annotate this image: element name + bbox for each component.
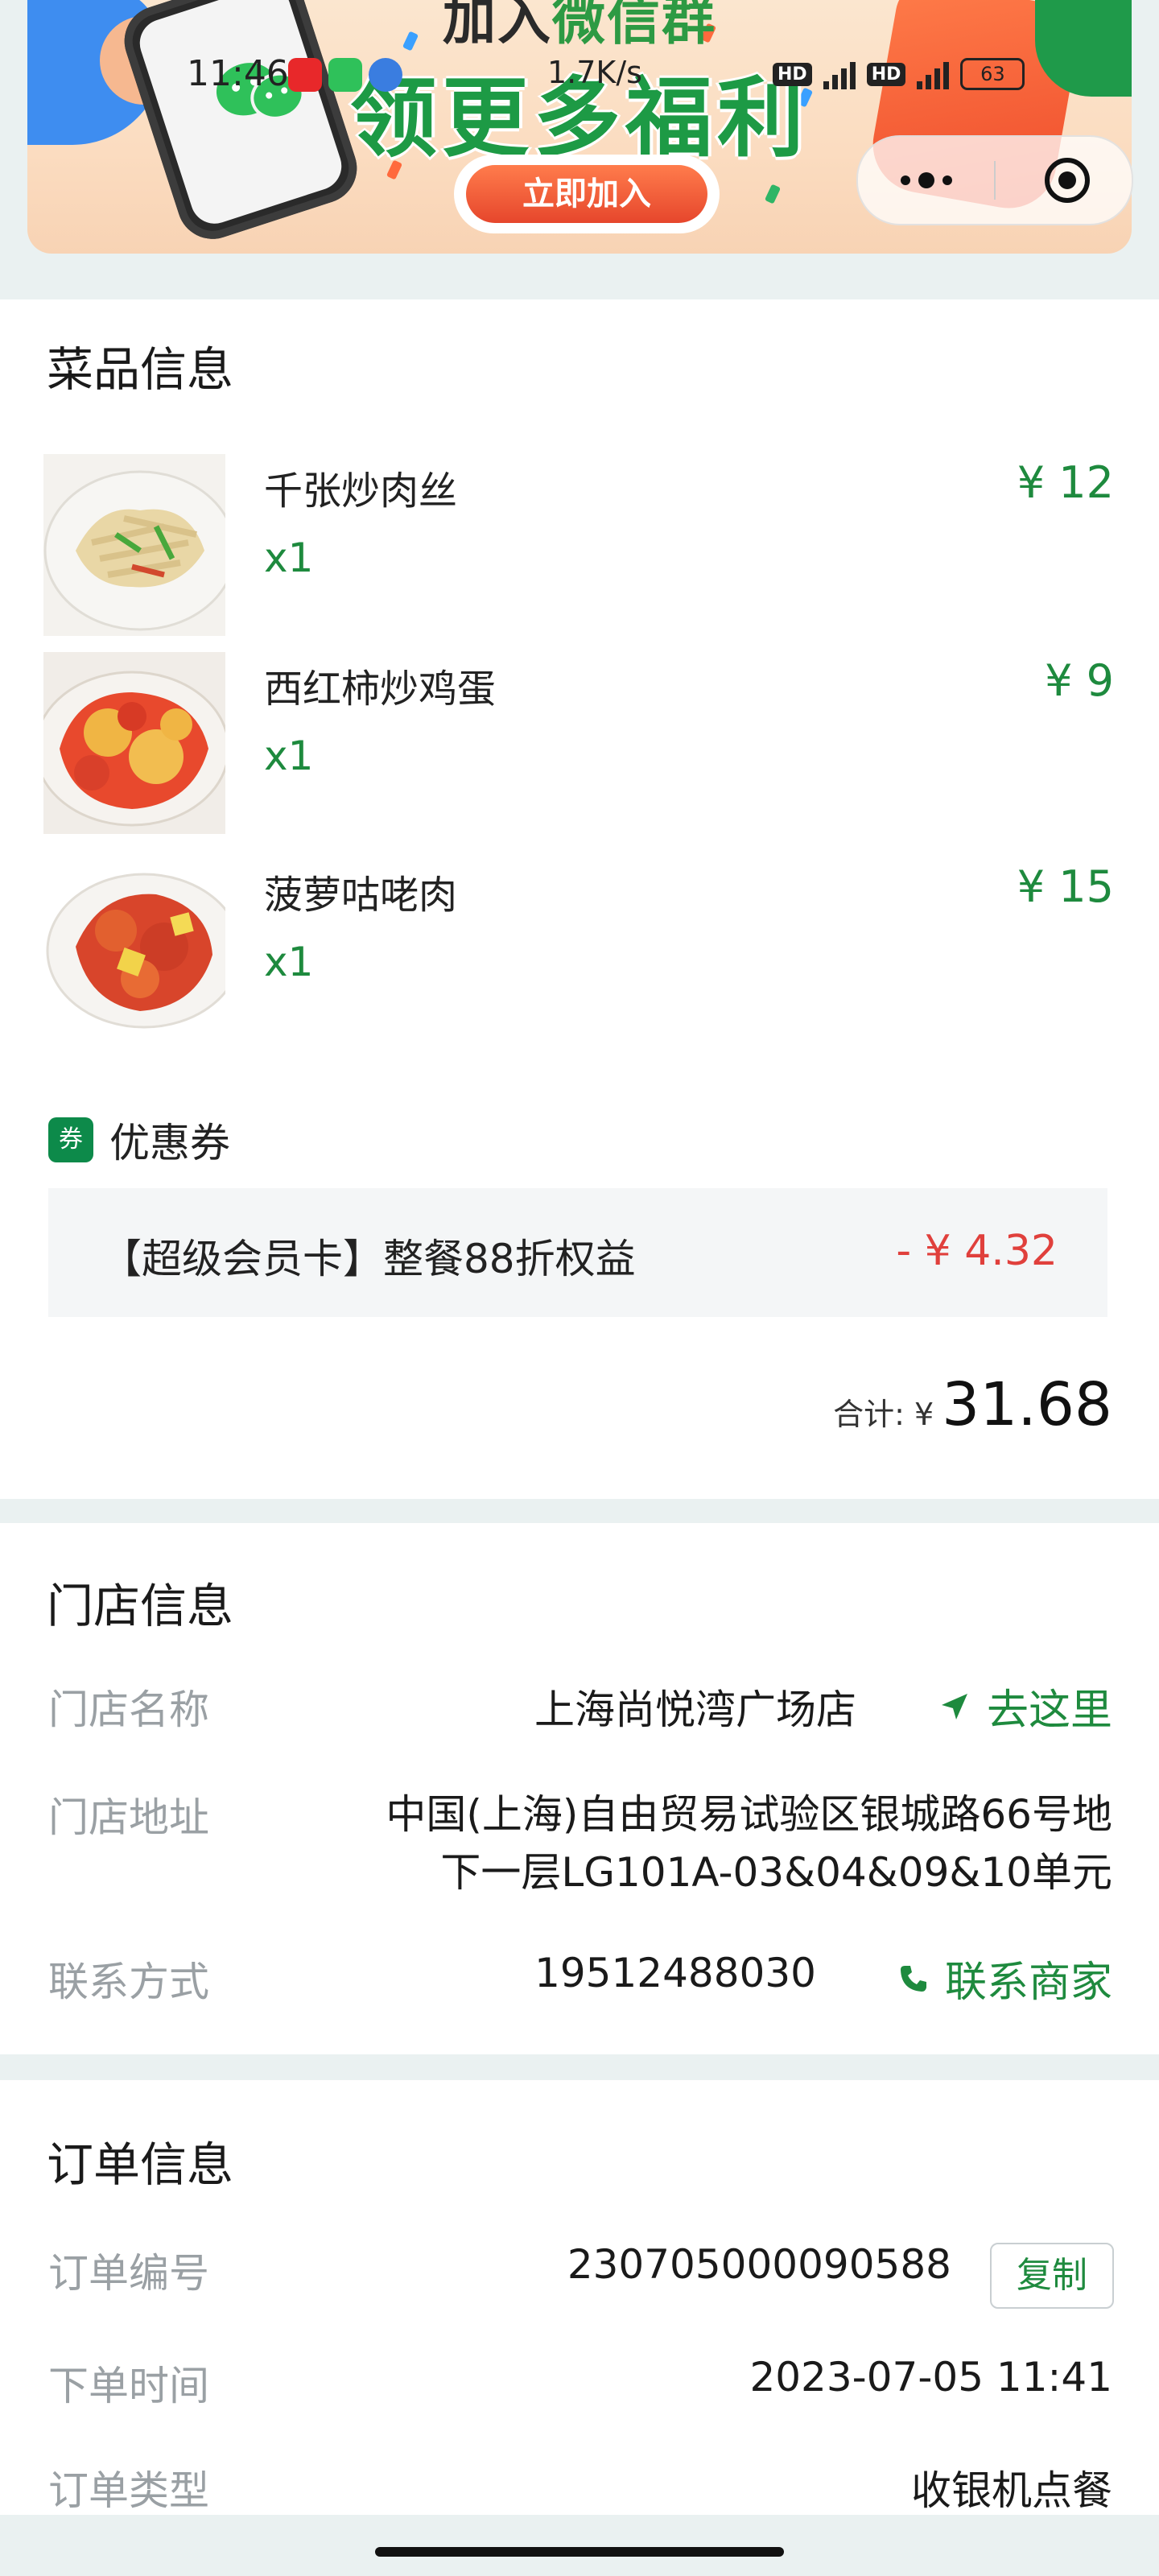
confetti <box>764 184 782 204</box>
dish-name: 菠萝咕咾肉 <box>264 873 458 918</box>
banner-title-line1: 加入微信群 <box>27 0 1132 55</box>
signal-icon <box>823 59 856 89</box>
more-dot <box>942 175 952 185</box>
status-bar: 11:46 1.7K/s HD HD 63 <box>0 50 1159 98</box>
call-merchant-label: 联系商家 <box>944 1959 1112 2007</box>
dish-name: 千张炒肉丝 <box>264 469 458 514</box>
dish-item[interactable]: 菠萝咕咾肉 x1 ¥ 15 <box>0 858 1159 1043</box>
order-type-label: 订单类型 <box>48 2467 209 2514</box>
banner-title-green: 微信群 <box>552 0 716 52</box>
join-now-label: 立即加入 <box>466 165 707 223</box>
app-notification-icon <box>369 58 402 92</box>
coupon-icon: 券 <box>48 1117 93 1162</box>
call-merchant-button[interactable]: 联系商家 <box>898 1948 1112 2008</box>
copy-order-number-button[interactable]: 复制 <box>990 2243 1114 2309</box>
store-info-card: 门店信息 门店名称 上海尚悦湾广场店 去这里 门店地址 中国(上海)自由贸易试验… <box>0 1523 1159 2054</box>
status-time: 11:46 <box>187 53 289 94</box>
signal-icon-2 <box>917 59 950 89</box>
total-label: 合计: ¥ <box>833 1397 934 1432</box>
dish-quantity: x1 <box>264 939 314 985</box>
dish-item[interactable]: 西红柿炒鸡蛋 x1 ¥ 9 <box>0 652 1159 837</box>
navigate-label: 去这里 <box>986 1686 1112 1735</box>
order-info-card: 订单信息 订单编号 230705000090588 复制 下单时间 2023-0… <box>0 2080 1159 2515</box>
dish-price: ¥ 12 <box>1017 457 1114 508</box>
banner-title-dark: 加入 <box>443 0 552 52</box>
coupon-label: 优惠券 <box>109 1120 230 1166</box>
total-value: 31.68 <box>942 1370 1112 1439</box>
more-dot <box>901 175 910 185</box>
dish-name: 西红柿炒鸡蛋 <box>264 667 497 712</box>
order-number-label: 订单编号 <box>48 2250 209 2297</box>
more-dot <box>918 172 934 188</box>
close-miniprogram-icon[interactable] <box>1043 156 1091 204</box>
dish-image <box>43 858 225 1040</box>
store-address-value: 中国(上海)自由贸易试验区银城路66号地 下一层LG101A-03&04&09&… <box>386 1785 1112 1901</box>
status-app-icons <box>288 58 402 92</box>
coupon-name: 【超级会员卡】整餐88折权益 <box>101 1236 636 1282</box>
wechat-notification-icon <box>328 58 362 92</box>
hd-badge: HD <box>773 62 812 86</box>
section-title-dishes: 菜品信息 <box>47 342 234 397</box>
capsule-divider <box>994 161 996 200</box>
store-address-line1: 中国(上海)自由贸易试验区银城路66号地 <box>386 1791 1112 1838</box>
hd-badge-2: HD <box>866 62 906 86</box>
dish-price: ¥ 9 <box>1045 655 1114 706</box>
dish-quantity: x1 <box>264 733 314 779</box>
dish-quantity: x1 <box>264 535 314 581</box>
order-time-label: 下单时间 <box>48 2363 209 2409</box>
battery-icon: 63 <box>960 58 1025 90</box>
order-type-value: 收银机点餐 <box>911 2467 1112 2514</box>
network-speed: 1.7K/s <box>547 55 642 90</box>
dish-info-card: 菜品信息 千张炒肉丝 x1 ¥ 12 西红柿炒鸡蛋 x1 ¥ 9 菠萝咕咾肉 x… <box>0 299 1159 1499</box>
dish-item[interactable]: 千张炒肉丝 x1 ¥ 12 <box>0 454 1159 639</box>
dish-image <box>43 454 225 636</box>
order-total: 合计: ¥ 31.68 <box>833 1370 1112 1439</box>
store-address-label: 门店地址 <box>48 1794 209 1841</box>
coupon-discount: - ¥ 4.32 <box>896 1227 1058 1275</box>
order-time-value: 2023-07-05 11:41 <box>749 2354 1112 2401</box>
section-title-order: 订单信息 <box>47 2137 234 2192</box>
store-contact-label: 联系方式 <box>48 1959 209 2005</box>
store-name-label: 门店名称 <box>48 1686 209 1733</box>
store-phone-number: 19512488030 <box>534 1950 816 1996</box>
home-indicator[interactable] <box>375 2547 784 2557</box>
dish-image <box>43 652 225 834</box>
miniprogram-capsule <box>856 135 1133 225</box>
navigate-button[interactable]: 去这里 <box>938 1676 1112 1736</box>
status-indicators: HD HD 63 <box>773 58 1025 90</box>
join-now-button[interactable]: 立即加入 <box>454 155 720 233</box>
coupon-row: 【超级会员卡】整餐88折权益 - ¥ 4.32 <box>48 1188 1107 1317</box>
wps-icon <box>288 58 322 92</box>
navigation-arrow-icon <box>941 1693 967 1719</box>
order-number-value: 230705000090588 <box>567 2241 951 2288</box>
more-menu-button[interactable] <box>858 137 995 224</box>
phone-icon <box>900 1965 926 1992</box>
dish-price: ¥ 15 <box>1017 861 1114 912</box>
store-name-value: 上海尚悦湾广场店 <box>534 1686 856 1733</box>
coupon-header: 券 优惠券 <box>48 1111 230 1169</box>
section-title-store: 门店信息 <box>47 1579 234 1633</box>
store-address-line2: 下一层LG101A-03&04&09&10单元 <box>440 1849 1112 1896</box>
